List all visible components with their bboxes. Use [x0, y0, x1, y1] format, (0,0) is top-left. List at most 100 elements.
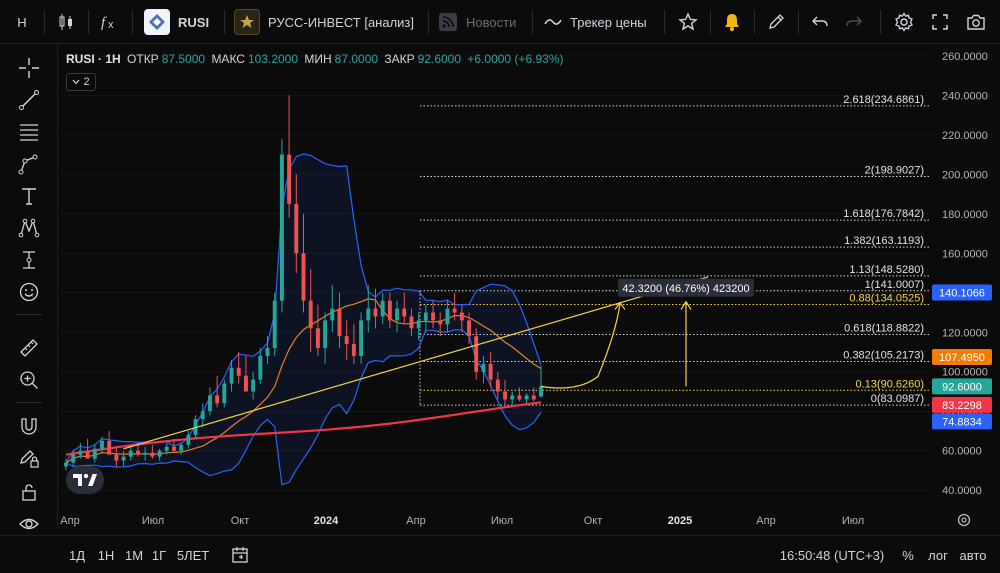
- candle-body: [258, 355, 263, 380]
- symbol-button[interactable]: RUSI: [144, 0, 220, 44]
- price-label: 140.1066: [939, 288, 985, 300]
- candle-body: [265, 348, 270, 356]
- drawing-brush-button[interactable]: [762, 0, 790, 44]
- projection-tool[interactable]: [15, 246, 43, 274]
- indicators-button[interactable]: fx: [96, 0, 124, 44]
- undo-button[interactable]: [806, 0, 834, 44]
- pattern-tool[interactable]: [15, 214, 43, 242]
- symbol-letter-button[interactable]: H: [8, 0, 36, 44]
- candle-body: [351, 344, 356, 356]
- text-tool[interactable]: [15, 182, 43, 210]
- candle-body: [467, 320, 471, 337]
- candle-body: [164, 446, 169, 451]
- candle-body: [503, 391, 507, 400]
- legend-symbol: RUSI · 1H: [66, 52, 121, 66]
- smile-icon: [19, 282, 39, 302]
- eye-icon: [19, 518, 39, 530]
- percent-toggle[interactable]: %: [896, 536, 920, 573]
- range-5y-button[interactable]: 5ЛЕТ: [173, 536, 213, 573]
- alert-button[interactable]: [718, 0, 746, 44]
- magnet-tool[interactable]: [15, 412, 43, 440]
- clock-timezone[interactable]: 16:50:48 (UTC+3): [776, 536, 888, 573]
- fib-tool[interactable]: [15, 118, 43, 146]
- candle-body: [474, 336, 479, 372]
- indicators-toggle[interactable]: 2: [66, 73, 96, 91]
- undo-icon: [812, 16, 828, 27]
- candle-body: [330, 308, 335, 321]
- zoom-tool[interactable]: [15, 366, 43, 394]
- log-label: лог: [928, 547, 948, 563]
- visibility-tool[interactable]: [15, 510, 43, 538]
- time-tick-label: 2025: [668, 515, 692, 527]
- company-name: РУСС-ИНВЕСТ [анализ]: [268, 14, 415, 30]
- time-axis: Апр Июл Окт 2024 Апр Июл Окт 2025 Апр Июл: [60, 513, 971, 527]
- candle-type-button[interactable]: [52, 0, 80, 44]
- ruler-tool[interactable]: [15, 334, 43, 362]
- trendline-icon: [19, 90, 39, 110]
- measure-label: 42.3200 (46.76%) 423200: [622, 283, 749, 295]
- fullscreen-button[interactable]: [926, 0, 954, 44]
- chart-grid: [60, 55, 930, 491]
- redo-button[interactable]: [840, 0, 868, 44]
- range-1w-button[interactable]: 1Н: [93, 536, 119, 573]
- tradingview-logo[interactable]: [66, 466, 104, 494]
- legend-open-key: ОТКР: [127, 52, 159, 66]
- emoji-tool[interactable]: [15, 278, 43, 306]
- candle-body: [524, 395, 529, 400]
- company-button[interactable]: РУСС-ИНВЕСТ [анализ]: [234, 0, 420, 44]
- fib-level-label: 1.618(176.7842): [843, 208, 924, 220]
- candle-body: [481, 363, 486, 372]
- settings-button[interactable]: [890, 0, 918, 44]
- lock-drawing-tool[interactable]: [15, 444, 43, 472]
- axis-settings-icon[interactable]: [957, 513, 971, 527]
- svg-text:x: x: [108, 19, 114, 31]
- candle-body: [409, 316, 414, 329]
- crosshair-tool[interactable]: [15, 54, 43, 82]
- drawing-toolbar: [0, 44, 58, 530]
- candle-body: [157, 450, 162, 457]
- ruler-icon: [20, 339, 38, 357]
- candle-body: [92, 448, 97, 459]
- symbol-name: RUSI: [178, 14, 210, 30]
- range-1m-button[interactable]: 1М: [121, 536, 147, 573]
- clock-label: 16:50:48 (UTC+3): [779, 547, 885, 563]
- price-tracker-button[interactable]: Трекер цены: [544, 0, 656, 44]
- fib-level-label: 2(198.9027): [865, 164, 924, 176]
- candle-body: [315, 328, 320, 349]
- candle-body: [452, 308, 457, 313]
- lock-all-tool[interactable]: [15, 478, 43, 506]
- auto-toggle[interactable]: авто: [956, 536, 990, 573]
- legend-high: 103.2000: [247, 52, 299, 66]
- ohlc-legend: RUSI · 1H ОТКР 87.5000 МАКС 103.2000 МИН 87…: [66, 52, 566, 66]
- candle-body: [344, 336, 349, 345]
- range-5y-label: 5ЛЕТ: [176, 547, 210, 563]
- price-label: 107.4950: [939, 352, 985, 364]
- candle-body: [150, 452, 155, 457]
- fib-level-label: 0.13(90.6260): [856, 378, 925, 390]
- legend-change: +6.0000 (+6.93%): [467, 52, 564, 66]
- range-1y-button[interactable]: 1Г: [147, 536, 171, 573]
- trendline-tool[interactable]: [15, 86, 43, 114]
- snapshot-button[interactable]: [962, 0, 990, 44]
- candle-body: [251, 379, 256, 392]
- price-chart[interactable]: 2.618(234.6861) 2(198.9027) 1.618(176.7842…: [58, 44, 1000, 534]
- fib-lines-icon: [20, 124, 38, 141]
- indicators-count: 2: [83, 76, 90, 88]
- fib-level-label: 0.382(105.2173): [843, 349, 924, 361]
- price-label: 92.6000: [942, 381, 982, 393]
- candle-body: [531, 395, 536, 400]
- time-tick-label: Апр: [756, 515, 775, 527]
- range-1d-button[interactable]: 1Д: [64, 536, 90, 573]
- price-label: 74.8834: [942, 416, 982, 428]
- news-button[interactable]: Новости: [438, 0, 522, 44]
- date-range-button[interactable]: [226, 536, 254, 573]
- candle-body: [301, 253, 306, 301]
- time-tick-label: Окт: [584, 515, 603, 527]
- watchlist-star-button[interactable]: [674, 0, 702, 44]
- fx-icon: fx: [101, 15, 114, 31]
- gear-icon: [895, 12, 913, 32]
- path-tool[interactable]: [15, 150, 43, 178]
- candle-body: [294, 203, 299, 254]
- time-tick-label: Июл: [142, 515, 164, 527]
- log-toggle[interactable]: лог: [924, 536, 952, 573]
